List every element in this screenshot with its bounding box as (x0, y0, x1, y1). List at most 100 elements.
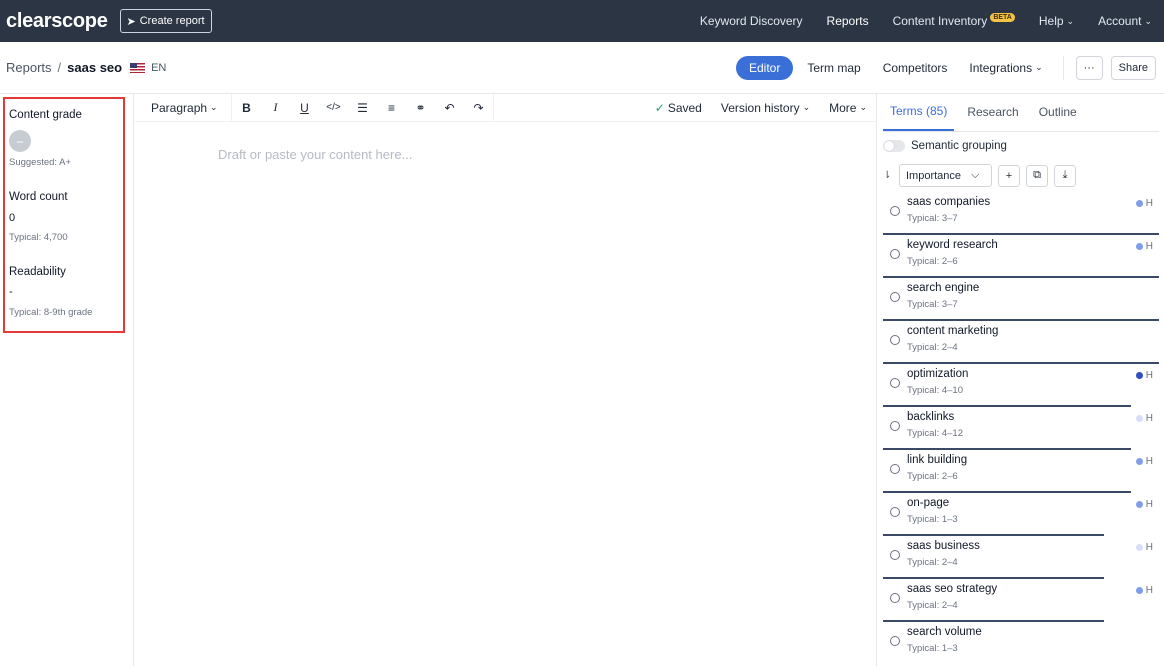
term-row[interactable]: search volume Typical: 1–3 (883, 622, 1159, 665)
tab-outline[interactable]: Outline (1032, 105, 1084, 131)
report-title: saas seo (67, 60, 123, 75)
word-count-value: 0 (9, 212, 16, 224)
download-icon[interactable]: ⤓ (1054, 164, 1076, 187)
version-history-dropdown[interactable]: Version history ⌄ (721, 101, 810, 115)
us-flag-icon (130, 62, 146, 73)
term-name: saas companies (907, 196, 991, 208)
more-options-button[interactable]: ··· (1075, 55, 1103, 80)
more-dropdown[interactable]: More ⌄ (829, 101, 867, 115)
tab-terms[interactable]: Terms (85) (883, 104, 955, 131)
importance-label: H (1145, 585, 1153, 596)
term-radio[interactable] (890, 464, 900, 474)
underline-icon[interactable]: U (290, 101, 319, 115)
term-map-tab[interactable]: Term map (807, 61, 860, 75)
term-radio[interactable] (890, 249, 900, 259)
term-row[interactable]: saas companies Typical: 3–7 H (883, 192, 1159, 235)
nav-content-inventory[interactable]: Content Inventory BETA (892, 12, 1015, 28)
semantic-grouping-toggle[interactable] (883, 140, 905, 152)
term-row[interactable]: link building Typical: 2–6 H (883, 450, 1159, 493)
integrations-label: Integrations (969, 60, 1033, 75)
link-icon[interactable]: ⚭ (406, 101, 435, 115)
language-code: EN (151, 61, 167, 74)
nav-help[interactable]: Help ⌄ (1039, 14, 1074, 28)
toolbar-divider (493, 93, 494, 122)
numbered-list-icon[interactable]: ≡ (377, 101, 406, 115)
copy-icon[interactable]: ⧉ (1026, 164, 1048, 187)
term-name: link building (907, 454, 968, 466)
importance-dot-icon (1135, 458, 1143, 465)
terms-panel: Terms (85) Research Outline Semantic gro… (876, 94, 1164, 666)
share-button[interactable]: Share (1110, 55, 1156, 80)
importance-indicator: H (1135, 456, 1153, 467)
chevron-down-icon: ⌄ (1066, 15, 1075, 26)
tab-research[interactable]: Research (960, 105, 1025, 131)
nav-account[interactable]: Account ⌄ (1098, 14, 1152, 28)
term-row[interactable]: saas business Typical: 2–4 H (883, 536, 1159, 579)
bold-icon[interactable]: B (232, 101, 261, 115)
term-typical: Typical: 2–4 (907, 342, 958, 353)
clearscope-logo[interactable]: clearscope (6, 10, 108, 33)
undo-icon[interactable]: ↶ (435, 101, 464, 115)
term-row[interactable]: optimization Typical: 4–10 H (883, 364, 1159, 407)
term-radio[interactable] (890, 421, 900, 431)
term-typical: Typical: 3–7 (907, 299, 958, 310)
importance-indicator: H (1135, 413, 1153, 424)
importance-indicator: H (1135, 542, 1153, 553)
term-radio[interactable] (890, 206, 900, 216)
term-name: search engine (907, 282, 980, 294)
add-term-button[interactable]: + (998, 164, 1020, 187)
saved-label: Saved (667, 100, 702, 115)
create-report-button[interactable]: ➤ Create report (119, 9, 212, 33)
nav-keyword-discovery[interactable]: Keyword Discovery (700, 14, 803, 28)
readability-typical: Typical: 8-9th grade (9, 307, 93, 318)
term-row[interactable]: search engine Typical: 3–7 (883, 278, 1159, 321)
redo-icon[interactable]: ↷ (464, 101, 493, 115)
top-nav-links: Keyword Discovery Reports Content Invent… (688, 0, 1164, 42)
semantic-grouping-row: Semantic grouping (883, 140, 1007, 152)
term-row[interactable]: content marketing Typical: 2–4 (883, 321, 1159, 364)
code-icon[interactable]: </> (319, 102, 348, 113)
term-typical: Typical: 4–10 (907, 385, 963, 396)
more-label: More (829, 100, 857, 115)
term-radio[interactable] (890, 378, 900, 388)
term-typical: Typical: 2–4 (907, 600, 958, 611)
term-typical: Typical: 2–4 (907, 557, 958, 568)
term-radio[interactable] (890, 507, 900, 517)
term-row[interactable]: on-page Typical: 1–3 H (883, 493, 1159, 536)
term-radio[interactable] (890, 550, 900, 560)
term-row[interactable]: saas seo strategy Typical: 2–4 H (883, 579, 1159, 622)
editor-tab[interactable]: Editor (735, 55, 794, 80)
importance-label: H (1145, 542, 1153, 553)
beta-badge: BETA (990, 12, 1015, 22)
integrations-dropdown[interactable]: Integrations ⌄ (969, 61, 1042, 75)
term-name: backlinks (907, 411, 955, 423)
word-count-typical: Typical: 4,700 (9, 232, 68, 243)
content-editor[interactable]: Draft or paste your content here... (135, 122, 876, 666)
word-count-title: Word count (9, 191, 68, 203)
term-radio[interactable] (890, 292, 900, 302)
term-radio[interactable] (890, 636, 900, 646)
term-row[interactable]: backlinks Typical: 4–12 H (883, 407, 1159, 450)
importance-label: H (1145, 198, 1153, 209)
term-name: search volume (907, 626, 982, 638)
breadcrumb-reports-link[interactable]: Reports (6, 60, 52, 75)
importance-indicator: H (1135, 370, 1153, 381)
bullet-list-icon[interactable]: ☰ (348, 101, 377, 115)
sort-select[interactable]: Importance ⌵ (899, 164, 992, 187)
nav-content-inventory-label: Content Inventory (892, 14, 988, 28)
importance-label: H (1145, 370, 1153, 381)
sort-select-value: Importance (906, 169, 962, 182)
term-radio[interactable] (890, 335, 900, 345)
chevron-down-icon: ⌄ (210, 102, 218, 112)
editor-placeholder: Draft or paste your content here... (218, 147, 413, 162)
term-radio[interactable] (890, 593, 900, 603)
competitors-tab[interactable]: Competitors (883, 61, 948, 75)
term-typical: Typical: 1–3 (907, 643, 958, 654)
paragraph-style-dropdown[interactable]: Paragraph ⌄ (151, 101, 231, 115)
italic-icon[interactable]: I (261, 100, 290, 115)
nav-reports[interactable]: Reports (827, 14, 869, 28)
term-typical: Typical: 3–7 (907, 213, 958, 224)
content-grade-badge: – (9, 130, 31, 152)
term-row[interactable]: keyword research Typical: 2–6 H (883, 235, 1159, 278)
sort-icon: ⇂ (883, 170, 892, 181)
